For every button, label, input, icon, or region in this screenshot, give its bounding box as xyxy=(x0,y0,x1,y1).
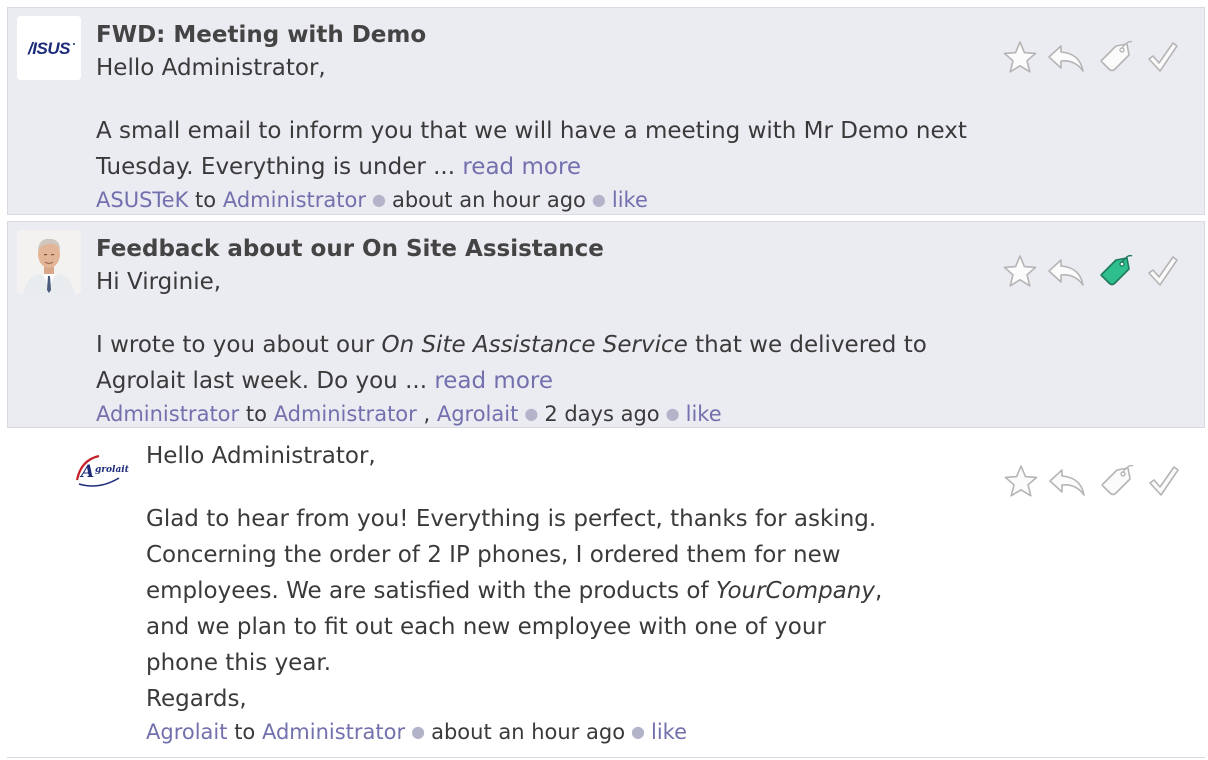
message-body-text: employees. We are satisfied with the pro… xyxy=(146,578,716,604)
message-content: Hello Administrator, Glad to hear from y… xyxy=(146,440,976,750)
message-meta: Agrolait to Administrator ● about an hour … xyxy=(146,716,976,750)
reply-icon xyxy=(1048,259,1084,286)
recipient-link[interactable]: Administrator xyxy=(223,188,366,212)
tag-icon xyxy=(1100,254,1133,286)
tag-button[interactable] xyxy=(1094,38,1134,78)
like-link[interactable]: like xyxy=(651,720,687,744)
separator-dot: ● xyxy=(665,404,680,423)
message-item: A grolait Hello Administrator, Glad to h… xyxy=(7,430,1205,758)
separator-dot: ● xyxy=(591,190,606,209)
message-body-line: employees. We are satisfied with the pro… xyxy=(146,573,976,609)
star-button[interactable] xyxy=(1001,462,1041,502)
message-meta: Administrator to Administrator , Agrolai… xyxy=(96,398,986,432)
tag-icon xyxy=(1101,464,1134,496)
message-body-text: I wrote to you about our xyxy=(96,332,382,358)
star-button[interactable] xyxy=(1000,38,1040,78)
checkmark-icon xyxy=(1149,466,1179,496)
reply-icon xyxy=(1048,45,1084,72)
svg-text:A: A xyxy=(79,462,94,482)
reply-button[interactable] xyxy=(1046,38,1086,78)
message-content: FWD: Meeting with Demo Hello Administrat… xyxy=(96,18,986,218)
message-body: A small email to inform you that we will… xyxy=(96,113,986,185)
separator-dot: ● xyxy=(371,190,386,209)
svg-text:/ISUS: /ISUS xyxy=(27,39,71,58)
message-content: Feedback about our On Site Assistance Hi… xyxy=(96,232,986,432)
svg-text:grolait: grolait xyxy=(95,465,130,475)
recipient-link[interactable]: Agrolait xyxy=(437,402,519,426)
message-body: Glad to hear from you! Everything is per… xyxy=(146,501,976,717)
read-more-link[interactable]: read more xyxy=(462,154,581,180)
read-more-link[interactable]: read more xyxy=(434,368,553,394)
avatar-asustek[interactable]: /ISUS xyxy=(17,16,81,80)
reply-button[interactable] xyxy=(1046,252,1086,292)
agrolait-logo-icon: A grolait xyxy=(75,454,130,487)
checkmark-icon xyxy=(1148,256,1178,286)
like-link[interactable]: like xyxy=(612,188,648,212)
message-body-emphasis: On Site Assistance Service xyxy=(381,332,688,358)
message-time: 2 days ago xyxy=(544,402,660,426)
to-label: to xyxy=(245,402,267,426)
message-body-text: , xyxy=(874,578,883,604)
message-body: I wrote to you about our On Site Assista… xyxy=(96,327,986,399)
like-link[interactable]: like xyxy=(686,402,722,426)
message-greeting: Hi Virginie, xyxy=(96,269,222,295)
author-link[interactable]: Administrator xyxy=(96,402,239,426)
recipient-separator: , xyxy=(423,402,431,426)
avatar-agrolait[interactable]: A grolait xyxy=(73,446,139,490)
message-actions xyxy=(1001,462,1181,502)
reply-icon xyxy=(1049,469,1085,496)
person-avatar-icon xyxy=(17,230,81,294)
message-time: about an hour ago xyxy=(391,188,586,212)
asus-logo-icon: /ISUS xyxy=(17,16,81,80)
message-item: Feedback about our On Site Assistance Hi… xyxy=(7,221,1205,428)
done-button[interactable] xyxy=(1142,38,1182,78)
avatar-administrator[interactable] xyxy=(17,230,81,294)
message-actions xyxy=(1000,252,1180,292)
recipient-link[interactable]: Administrator xyxy=(274,402,417,426)
done-button[interactable] xyxy=(1142,252,1182,292)
tag-button-active[interactable] xyxy=(1094,252,1134,292)
message-actions xyxy=(1000,38,1180,78)
message-subject[interactable]: Feedback about our On Site Assistance xyxy=(96,232,986,266)
star-icon xyxy=(1004,465,1038,497)
recipient-link[interactable]: Administrator xyxy=(262,720,405,744)
star-button[interactable] xyxy=(1000,252,1040,292)
separator-dot: ● xyxy=(524,404,539,423)
star-icon xyxy=(1003,255,1037,287)
separator-dot: ● xyxy=(631,722,646,741)
message-body-line: phone this year. xyxy=(146,650,332,676)
checkmark-icon xyxy=(1148,42,1178,72)
tag-button[interactable] xyxy=(1095,462,1135,502)
message-item: /ISUS FWD: Meeting with Demo Hello Admin… xyxy=(7,7,1205,215)
message-body-emphasis: YourCompany xyxy=(715,578,875,604)
message-body-line: and we plan to fit out each new employee… xyxy=(146,614,826,640)
star-icon xyxy=(1003,41,1037,73)
message-body-line: Glad to hear from you! Everything is per… xyxy=(146,506,877,532)
author-link[interactable]: ASUSTeK xyxy=(96,188,188,212)
message-greeting: Hello Administrator, xyxy=(96,55,326,81)
to-label: to xyxy=(234,720,256,744)
author-link[interactable]: Agrolait xyxy=(146,720,228,744)
message-signoff: Regards, xyxy=(146,686,247,712)
message-greeting: Hello Administrator, xyxy=(146,443,376,469)
message-time: about an hour ago xyxy=(431,720,626,744)
message-body-line: Concerning the order of 2 IP phones, I o… xyxy=(146,542,841,568)
to-label: to xyxy=(195,188,217,212)
done-button[interactable] xyxy=(1143,462,1183,502)
message-meta: ASUSTeK to Administrator ● about an hour a… xyxy=(96,184,986,218)
message-subject[interactable]: FWD: Meeting with Demo xyxy=(96,18,986,52)
tag-icon xyxy=(1100,40,1133,72)
reply-button[interactable] xyxy=(1047,462,1087,502)
message-feed: /ISUS FWD: Meeting with Demo Hello Admin… xyxy=(0,0,1208,760)
separator-dot: ● xyxy=(411,722,426,741)
